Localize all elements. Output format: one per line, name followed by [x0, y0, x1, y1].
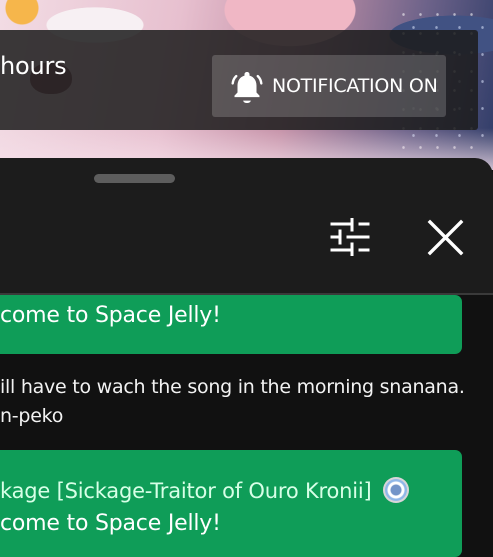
- membership-message-text: come to Space Jelly!: [0, 303, 221, 328]
- member-badge-icon: [383, 477, 410, 503]
- settings-sliders-icon[interactable]: [330, 218, 370, 256]
- membership-message-text: come to Space Jelly!: [0, 511, 221, 536]
- stream-time-text: hours: [0, 52, 67, 80]
- membership-chat-item[interactable]: kage [Sickage-Traitor of Ouro Kronii] co…: [0, 450, 462, 557]
- notification-bell-icon: [231, 72, 263, 103]
- notification-on-button[interactable]: NOTIFICATION ON: [212, 55, 446, 117]
- chat-message-line: n-peko: [0, 405, 64, 427]
- chat-message[interactable]: ill have to wach the song in the morning…: [0, 373, 465, 431]
- chat-panel-drag-handle[interactable]: [94, 174, 175, 183]
- chat-author: kage [Sickage-Traitor of Ouro Kronii]: [0, 477, 410, 503]
- notification-on-label: NOTIFICATION ON: [272, 75, 438, 97]
- close-icon[interactable]: [427, 219, 464, 256]
- chat-author-name: kage [Sickage-Traitor of Ouro Kronii]: [0, 479, 372, 503]
- chat-message-line: ill have to wach the song in the morning…: [0, 376, 465, 398]
- membership-chat-item[interactable]: come to Space Jelly!: [0, 295, 462, 354]
